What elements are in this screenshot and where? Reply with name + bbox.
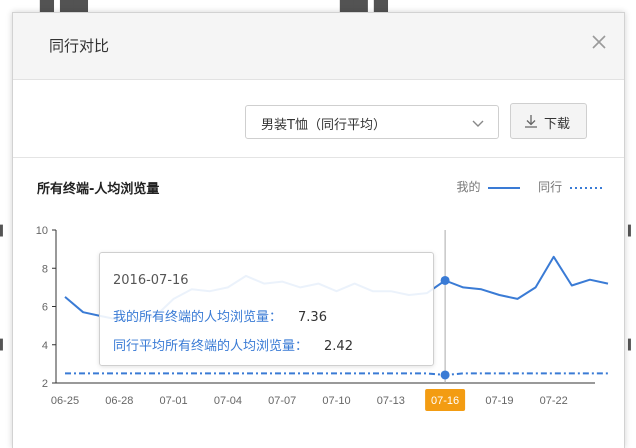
line-chart: 2 4 6 8 10 06-25 06-28 07-01 07-04 07-07 07-10 07-1… [36,225,609,411]
x-tick-label: 07-04 [214,395,242,407]
x-tick-label: 07-01 [160,395,188,407]
x-tick-label: 07-22 [540,395,568,407]
x-tick-label-highlighted: 07-16 [431,395,459,407]
tooltip-value-peer: 2.42 [324,339,353,354]
x-tick-label: 07-13 [377,395,405,407]
x-tick-label: 07-07 [268,395,296,407]
tooltip-date: 2016-07-16 [113,273,189,288]
x-tick-label: 07-19 [485,395,513,407]
tooltip-label-peer: 同行平均所有终端的人均浏览量： [113,339,309,354]
y-tick-label: 6 [42,302,48,314]
x-tick-label: 07-10 [322,395,350,407]
tooltip-label-mine: 我的所有终端的人均浏览量： [113,310,283,325]
hover-point-mine [440,275,450,285]
tooltip-value-mine: 7.36 [298,310,327,325]
tooltip-row-mine: 我的所有终端的人均浏览量： 7.36 [113,306,327,325]
series-line-peer [65,372,608,376]
x-tick-label: 06-28 [105,395,133,407]
y-tick-label: 2 [42,378,48,390]
y-tick-label: 8 [42,263,48,275]
tooltip-row-peer: 同行平均所有终端的人均浏览量： 2.42 [113,335,353,354]
x-tick-label: 06-25 [51,395,79,407]
y-tick-label: 10 [36,225,48,237]
chart-tooltip: 2016-07-16 我的所有终端的人均浏览量： 7.36 同行平均所有终端的人均… [99,252,434,366]
y-tick-label: 4 [42,340,48,352]
hover-point-peer [440,370,450,380]
